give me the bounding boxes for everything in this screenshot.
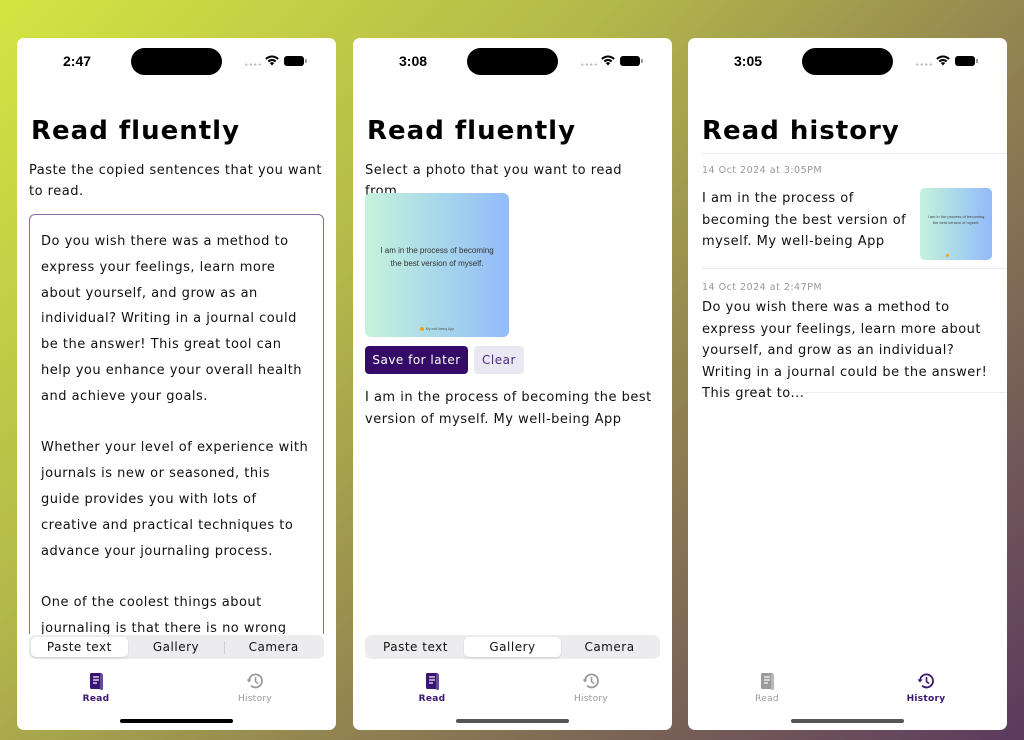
segment-paste-text[interactable]: Paste text <box>367 637 464 657</box>
thumbnail-text: I am in the process of becoming the best… <box>927 214 985 225</box>
recognized-text: I am in the process of becoming the best… <box>365 390 652 427</box>
wifi-icon <box>601 55 615 66</box>
segment-gallery[interactable]: Gallery <box>128 637 225 657</box>
tab-history[interactable]: History <box>215 671 295 704</box>
page-title: Read fluently <box>31 116 241 146</box>
photo-footer-text: My well-being App <box>425 326 455 331</box>
battery-icon <box>955 56 978 66</box>
history-thumbnail: I am in the process of becoming the best… <box>920 188 992 260</box>
tab-history-label: History <box>906 694 946 704</box>
tab-bar: Read History <box>353 671 672 711</box>
tab-bar: Read History <box>688 671 1007 711</box>
phone-screen-gallery: 3:08 Read fluently Select a photo that y… <box>353 38 672 730</box>
battery-icon <box>620 56 643 66</box>
history-icon <box>582 673 599 689</box>
dynamic-island <box>131 48 222 75</box>
input-mode-segmented-control: Paste text Gallery Camera <box>365 635 660 659</box>
paste-text-area[interactable]: Do you wish there was a method to expres… <box>29 214 324 634</box>
wifi-icon <box>265 55 279 66</box>
tab-history-label: History <box>237 694 273 704</box>
tab-read[interactable]: Read <box>56 671 136 704</box>
status-time: 3:05 <box>734 53 763 69</box>
history-text: I am in the process of becoming the best… <box>702 191 907 249</box>
book-icon <box>426 673 439 690</box>
tab-read-label: Read <box>418 694 446 704</box>
history-item[interactable]: 14 Oct 2024 at 3:05PM I am in the proces… <box>702 165 1007 269</box>
segment-gallery[interactable]: Gallery <box>464 637 561 657</box>
history-text: Do you wish there was a method to expres… <box>702 300 988 401</box>
photo-footer: My well-being App <box>365 327 509 331</box>
title-divider <box>702 153 1007 154</box>
tab-read[interactable]: Read <box>392 671 472 704</box>
segment-paste-text[interactable]: Paste text <box>31 637 128 657</box>
book-icon <box>90 673 103 690</box>
photo-quote-text: I am in the process of becoming the best… <box>380 246 494 268</box>
save-for-later-button[interactable]: Save for later <box>365 346 468 374</box>
page-title: Read fluently <box>367 116 577 146</box>
history-date: 14 Oct 2024 at 3:05PM <box>702 165 823 176</box>
signal-icon <box>915 63 933 66</box>
tab-bar: Read History <box>17 671 336 711</box>
home-indicator[interactable] <box>791 719 904 723</box>
app-logo-icon <box>419 327 424 331</box>
home-indicator[interactable] <box>120 719 233 723</box>
segment-camera[interactable]: Camera <box>225 637 322 657</box>
home-indicator[interactable] <box>456 719 569 723</box>
battery-icon <box>284 56 307 66</box>
status-time: 2:47 <box>63 53 92 69</box>
tab-history[interactable]: History <box>551 671 631 704</box>
book-icon <box>761 673 774 690</box>
input-mode-segmented-control: Paste text Gallery Camera <box>29 635 324 659</box>
dynamic-island <box>467 48 558 75</box>
signal-icon <box>244 63 262 66</box>
signal-icon <box>580 63 598 66</box>
dynamic-island <box>802 48 893 75</box>
status-bar: 3:08 <box>353 38 672 84</box>
history-item[interactable]: 14 Oct 2024 at 2:47PM Do you wish there … <box>702 282 1007 401</box>
tab-read[interactable]: Read <box>727 671 807 704</box>
wifi-icon <box>936 55 950 66</box>
segment-camera[interactable]: Camera <box>561 637 658 657</box>
instruction-text: Paste the copied sentences that you want… <box>29 163 322 199</box>
app-logo-icon <box>946 254 949 257</box>
tab-read-label: Read <box>82 694 110 704</box>
status-time: 3:08 <box>399 53 428 69</box>
phone-screen-history: 3:05 Read history 14 Oct 2024 at 3:05PM … <box>688 38 1007 730</box>
history-date: 14 Oct 2024 at 2:47PM <box>702 282 823 293</box>
history-icon <box>246 673 263 689</box>
page-title: Read history <box>702 116 900 146</box>
tab-history-label: History <box>573 694 609 704</box>
phone-screen-paste-text: 2:47 Read fluently Paste the copied sent… <box>17 38 336 730</box>
tab-read-label: Read <box>755 694 779 704</box>
tab-history[interactable]: History <box>886 671 966 704</box>
status-bar: 3:05 <box>688 38 1007 84</box>
clear-button[interactable]: Clear <box>474 346 524 374</box>
status-bar: 2:47 <box>17 38 336 84</box>
history-icon <box>917 673 934 689</box>
selected-photo[interactable]: I am in the process of becoming the best… <box>365 193 509 337</box>
